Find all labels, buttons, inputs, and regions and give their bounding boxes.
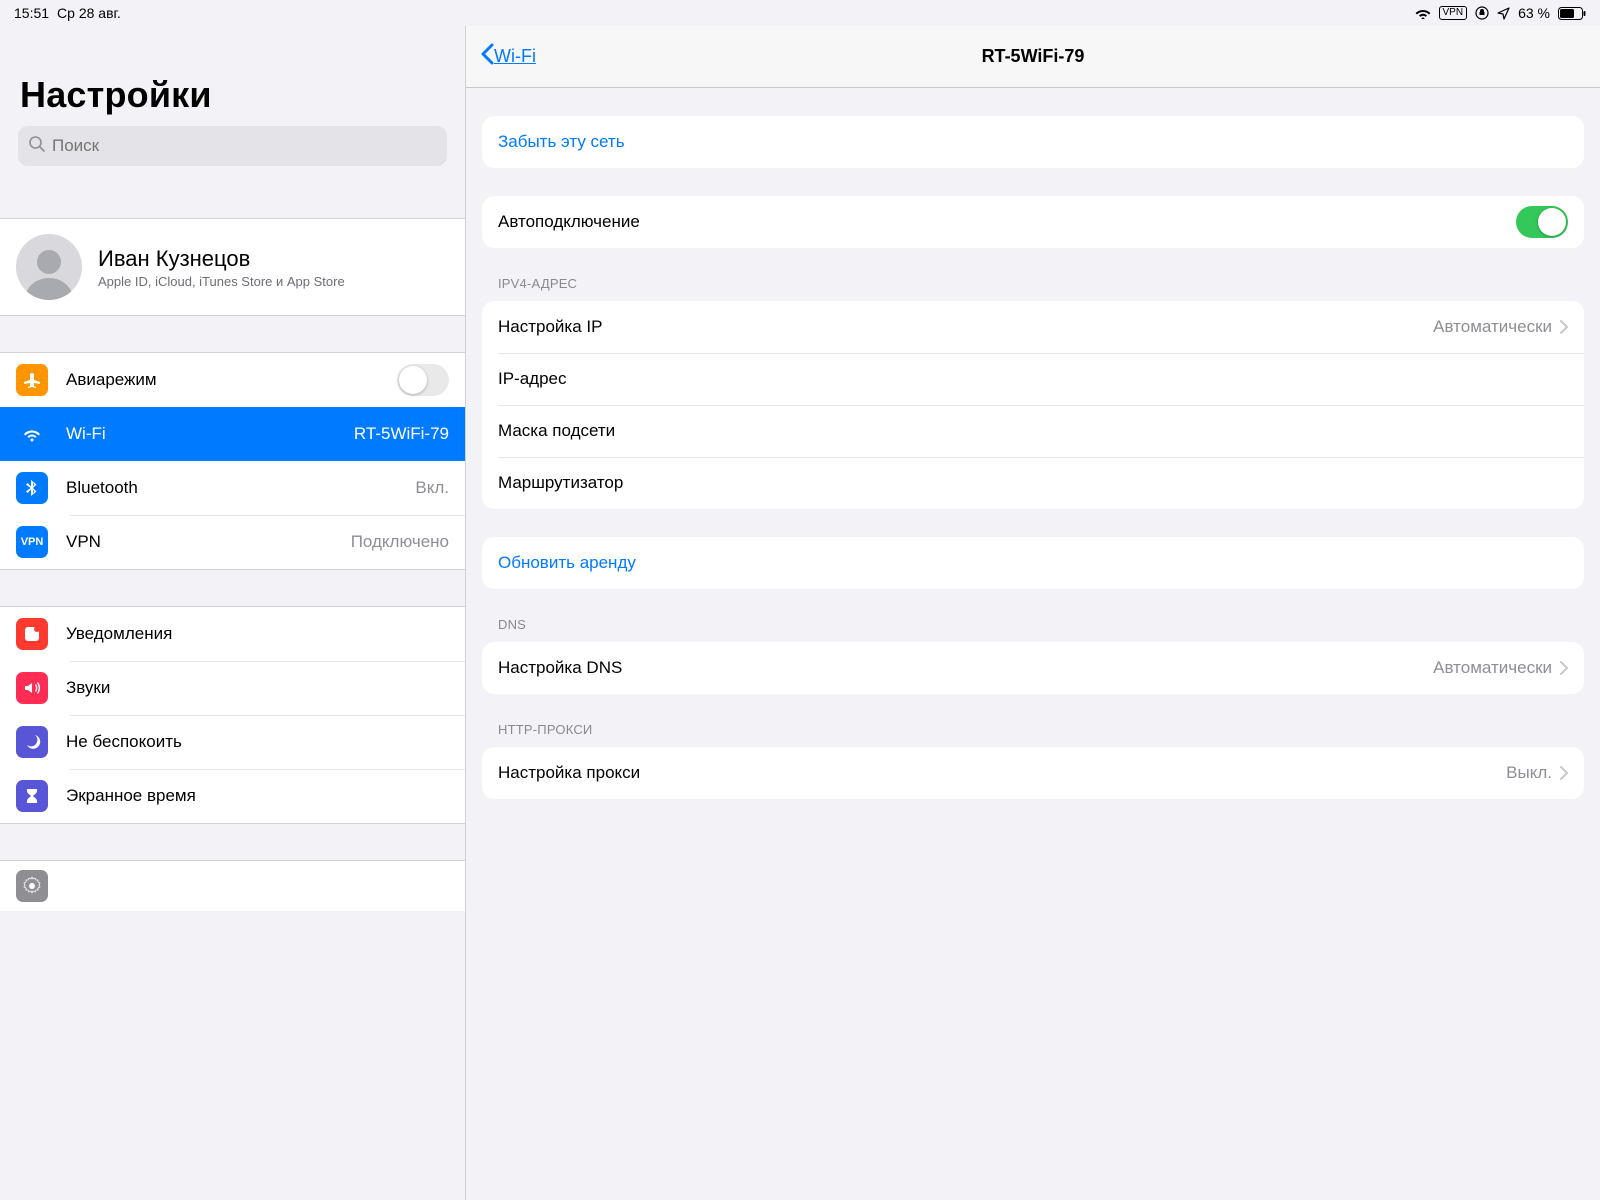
status-date: Ср 28 авг. <box>57 5 121 21</box>
profile-name: Иван Кузнецов <box>98 246 345 272</box>
sidebar-item-vpn[interactable]: VPN VPN Подключено <box>0 515 465 569</box>
chevron-right-icon <box>1560 320 1568 334</box>
wifi-value: RT-5WiFi-79 <box>354 424 449 444</box>
dns-config-value: Автоматически <box>1433 658 1552 678</box>
wifi-icon <box>1415 7 1431 19</box>
settings-sidebar: Настройки Иван Кузнецов Apple ID, iCloud… <box>0 26 466 1200</box>
chevron-right-icon <box>1560 766 1568 780</box>
dns-header: DNS <box>498 617 1568 632</box>
dns-config-row[interactable]: Настройка DNS Автоматически <box>482 642 1584 694</box>
sidebar-item-screentime[interactable]: Экранное время <box>0 769 465 823</box>
chevron-right-icon <box>1560 661 1568 675</box>
hourglass-icon <box>16 780 48 812</box>
forget-network-button[interactable]: Забыть эту сеть <box>482 116 1584 168</box>
detail-title: RT-5WiFi-79 <box>982 46 1085 67</box>
ip-config-row[interactable]: Настройка IP Автоматически <box>482 301 1584 353</box>
proxy-config-value: Выкл. <box>1506 763 1552 783</box>
screentime-label: Экранное время <box>66 786 449 806</box>
proxy-header: HTTP-ПРОКСИ <box>498 722 1568 737</box>
back-label: Wi-Fi <box>494 46 536 67</box>
ip-address-row: IP-адрес <box>482 353 1584 405</box>
autojoin-row: Автоподключение <box>482 196 1584 248</box>
vpn-value: Подключено <box>351 532 449 552</box>
sounds-label: Звуки <box>66 678 449 698</box>
wifi-row-icon <box>16 418 48 450</box>
search-field[interactable] <box>18 126 447 166</box>
orientation-lock-icon <box>1475 6 1489 20</box>
battery-icon <box>1558 7 1586 20</box>
chevron-left-icon <box>480 43 494 70</box>
sidebar-item-notifications[interactable]: Уведомления <box>0 607 465 661</box>
search-input[interactable] <box>52 136 437 156</box>
bluetooth-icon <box>16 472 48 504</box>
dnd-label: Не беспокоить <box>66 732 449 752</box>
profile-subtitle: Apple ID, iCloud, iTunes Store и App Sto… <box>98 274 345 289</box>
sidebar-item-general[interactable] <box>0 861 465 911</box>
bluetooth-label: Bluetooth <box>66 478 415 498</box>
status-bar: 15:51 Ср 28 авг. VPN 63 % <box>0 0 1600 26</box>
airplane-toggle[interactable] <box>397 364 449 396</box>
notifications-icon <box>16 618 48 650</box>
back-button[interactable]: Wi-Fi <box>480 43 536 70</box>
sounds-icon <box>16 672 48 704</box>
wifi-label: Wi-Fi <box>66 424 354 444</box>
search-icon <box>28 135 52 158</box>
ip-config-value: Автоматически <box>1433 317 1552 337</box>
vpn-row-icon: VPN <box>16 526 48 558</box>
router-label: Маршрутизатор <box>498 473 1568 493</box>
bluetooth-value: Вкл. <box>415 478 449 498</box>
airplane-icon <box>16 364 48 396</box>
moon-icon <box>16 726 48 758</box>
vpn-badge: VPN <box>1439 6 1468 20</box>
airplane-label: Авиарежим <box>66 370 397 390</box>
autojoin-label: Автоподключение <box>498 212 1516 232</box>
page-title: Настройки <box>0 26 465 126</box>
detail-header: Wi-Fi RT-5WiFi-79 <box>466 26 1600 88</box>
proxy-config-row[interactable]: Настройка прокси Выкл. <box>482 747 1584 799</box>
sidebar-item-sounds[interactable]: Звуки <box>0 661 465 715</box>
proxy-config-label: Настройка прокси <box>498 763 1506 783</box>
router-row: Маршрутизатор <box>482 457 1584 509</box>
avatar <box>16 234 82 300</box>
sidebar-item-wifi[interactable]: Wi-Fi RT-5WiFi-79 <box>0 407 465 461</box>
battery-percent: 63 % <box>1518 5 1550 21</box>
ip-address-label: IP-адрес <box>498 369 1568 389</box>
subnet-row: Маска подсети <box>482 405 1584 457</box>
sidebar-item-bluetooth[interactable]: Bluetooth Вкл. <box>0 461 465 515</box>
sidebar-item-airplane[interactable]: Авиарежим <box>0 353 465 407</box>
status-time: 15:51 <box>14 5 49 21</box>
ipv4-header: IPV4-АДРЕС <box>498 276 1568 291</box>
location-icon <box>1497 7 1510 20</box>
sidebar-item-dnd[interactable]: Не беспокоить <box>0 715 465 769</box>
renew-lease-button[interactable]: Обновить аренду <box>482 537 1584 589</box>
dns-config-label: Настройка DNS <box>498 658 1433 678</box>
subnet-label: Маска подсети <box>498 421 1568 441</box>
autojoin-toggle[interactable] <box>1516 206 1568 238</box>
vpn-label: VPN <box>66 532 351 552</box>
apple-id-row[interactable]: Иван Кузнецов Apple ID, iCloud, iTunes S… <box>0 219 465 315</box>
ip-config-label: Настройка IP <box>498 317 1433 337</box>
notifications-label: Уведомления <box>66 624 449 644</box>
gear-icon <box>16 870 48 902</box>
detail-pane: Wi-Fi RT-5WiFi-79 Забыть эту сеть Автопо… <box>466 26 1600 1200</box>
